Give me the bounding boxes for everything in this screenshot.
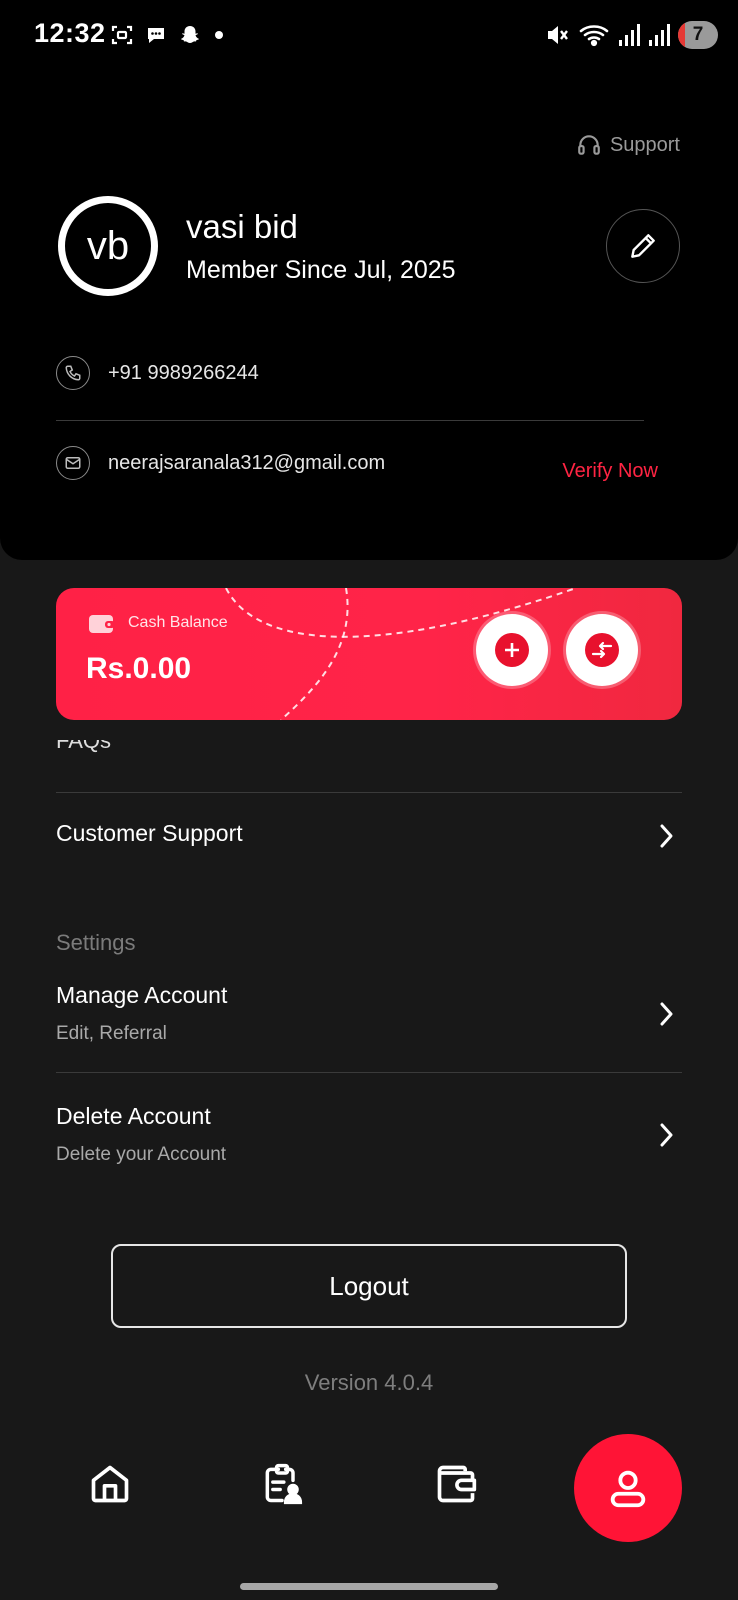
phone-row: +91 9989266244 — [56, 356, 259, 390]
snapchat-icon — [181, 26, 199, 43]
transfer-button[interactable] — [566, 614, 638, 686]
wallet-icon — [437, 1465, 477, 1503]
battery-icon: 7 — [678, 21, 718, 49]
screenshot-icon — [111, 25, 133, 45]
dot-icon — [215, 31, 223, 39]
nav-home[interactable] — [80, 1454, 140, 1514]
member-since: Member Since Jul, 2025 — [186, 256, 456, 284]
status-time: 12:32 — [34, 18, 106, 48]
status-icons-left — [110, 22, 226, 48]
status-bar: 12:32 7 — [0, 0, 738, 70]
avatar: vb — [58, 196, 158, 296]
settings-heading: Settings — [56, 930, 136, 955]
signal-icon — [619, 24, 640, 46]
home-indicator[interactable] — [240, 1583, 498, 1590]
customer-support-item[interactable]: Customer Support — [56, 820, 682, 860]
avatar-initials: vb — [86, 223, 130, 268]
signal-icon — [649, 24, 670, 46]
profile-icon — [610, 1470, 646, 1508]
add-money-button[interactable] — [476, 614, 548, 686]
verify-now-link[interactable]: Verify Now — [562, 460, 658, 483]
delete-account-title: Delete Account — [56, 1103, 211, 1129]
profile-header: Support vb vasi bid Member Since Jul, 20… — [0, 70, 738, 560]
phone-number: +91 9989266244 — [108, 361, 259, 384]
status-icons-right: 7 — [544, 20, 718, 50]
pencil-icon — [631, 234, 655, 258]
user-name: vasi bid — [186, 208, 298, 245]
home-icon — [91, 1465, 129, 1503]
delete-account-subtitle: Delete your Account — [56, 1144, 227, 1165]
phone-icon — [56, 356, 90, 390]
divider — [56, 1072, 682, 1073]
app-version: Version 4.0.4 — [304, 1370, 434, 1395]
mute-icon — [548, 26, 568, 44]
contests-icon — [265, 1463, 303, 1505]
manage-account-subtitle: Edit, Referral — [56, 1023, 167, 1044]
faq-item-partial[interactable]: FAQs — [56, 740, 682, 762]
faq-label: FAQs — [56, 740, 112, 753]
balance-amount: Rs.0.00 — [86, 652, 192, 685]
balance-label: Cash Balance — [128, 614, 228, 631]
nav-wallet[interactable] — [426, 1454, 486, 1514]
manage-account-item[interactable]: Manage Account Edit, Referral — [56, 982, 682, 1052]
customer-support-label: Customer Support — [56, 820, 243, 846]
support-label: Support — [609, 133, 680, 156]
edit-profile-button[interactable] — [606, 209, 680, 283]
wallet-icon — [89, 615, 115, 633]
divider — [56, 420, 644, 421]
mail-icon — [56, 446, 90, 480]
email-row: neerajsaranala312@gmail.com — [56, 446, 385, 480]
delete-account-item[interactable]: Delete Account Delete your Account — [56, 1103, 682, 1173]
transfer-icon — [591, 641, 613, 659]
chevron-right-icon — [660, 1123, 673, 1147]
divider — [56, 792, 682, 793]
battery-level: 7 — [692, 24, 704, 45]
logout-button[interactable]: Logout — [111, 1244, 627, 1328]
headset-icon — [578, 135, 600, 155]
manage-account-title: Manage Account — [56, 982, 228, 1008]
cash-balance-card: Cash Balance Rs.0.00 — [56, 588, 682, 720]
support-link[interactable]: Support — [576, 132, 680, 158]
chat-icon — [148, 28, 164, 43]
bottom-nav — [0, 1420, 738, 1560]
wifi-icon — [579, 25, 609, 47]
nav-contests[interactable] — [252, 1454, 312, 1514]
add-money-icon — [505, 643, 519, 657]
balance-label-row: Cash Balance — [88, 612, 228, 634]
chevron-right-icon — [660, 1002, 673, 1026]
chevron-right-icon — [660, 824, 673, 848]
email-address: neerajsaranala312@gmail.com — [108, 451, 386, 474]
nav-profile[interactable] — [574, 1434, 682, 1542]
